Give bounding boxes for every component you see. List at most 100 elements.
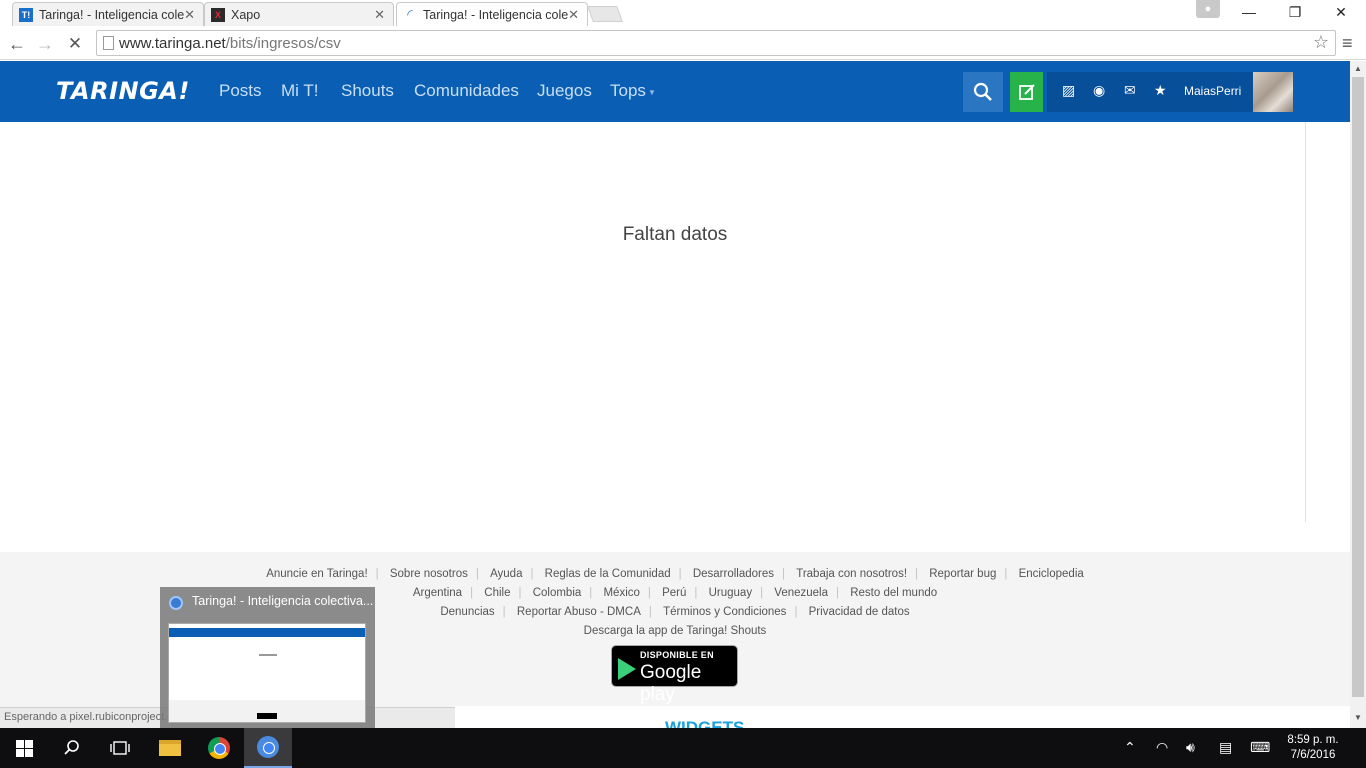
xapo-favicon-icon: X — [211, 7, 225, 22]
missing-data-message: Faltan datos — [622, 224, 728, 245]
footer-link[interactable]: Términos y Condiciones — [655, 606, 794, 618]
keyboard-icon[interactable]: ⌨ — [1250, 739, 1270, 756]
tab-taringa-active[interactable]: ◜ Taringa! - Inteligencia cole ✕ — [396, 2, 588, 26]
stop-loading-icon[interactable]: ✕ — [63, 32, 87, 56]
browser-toolbar: ← → ✕ www.taringa.net/bits/ingresos/csv … — [0, 28, 1366, 60]
footer-country-link[interactable]: Colombia — [525, 587, 590, 599]
bookmark-star-icon[interactable]: ☆ — [1313, 32, 1329, 53]
browser-tab-strip: T! Taringa! - Inteligencia cole ✕ X Xapo… — [0, 0, 1366, 28]
page-scrollbar[interactable]: ▲ ▼ — [1350, 61, 1366, 729]
tab-xapo[interactable]: X Xapo ✕ — [204, 2, 394, 26]
menu-icon[interactable]: ≡ — [1342, 34, 1353, 52]
widgets-heading: WIDGETS — [665, 718, 745, 728]
scroll-up-icon[interactable]: ▲ — [1354, 64, 1362, 73]
restore-button[interactable]: ❐ — [1272, 0, 1318, 24]
footer-link[interactable]: Denuncias — [432, 606, 502, 618]
clock-date: 7/6/2016 — [1290, 749, 1336, 761]
search-taskbar-button[interactable] — [48, 728, 96, 768]
star-icon[interactable]: ★ — [1154, 82, 1167, 99]
tab-taringa-1[interactable]: T! Taringa! - Inteligencia cole ✕ — [12, 2, 204, 26]
forward-icon[interactable]: → — [33, 32, 57, 56]
eye-icon[interactable]: ◉ — [1093, 82, 1105, 99]
chrome-taskbar-button[interactable] — [195, 728, 243, 768]
avatar[interactable] — [1253, 72, 1293, 112]
profile-icon[interactable]: ● — [1196, 0, 1220, 18]
footer-link[interactable]: Reportar bug — [921, 568, 1004, 580]
url-path: /bits/ingresos/csv — [225, 34, 341, 52]
close-icon[interactable]: ✕ — [184, 7, 195, 23]
footer-country-link[interactable]: Chile — [476, 587, 518, 599]
footer-link[interactable]: Reportar Abuso - DMCA — [509, 606, 649, 618]
footer-link[interactable]: Privacidad de datos — [801, 606, 918, 618]
nav-juegos[interactable]: Juegos — [537, 81, 592, 101]
chrome-icon — [208, 737, 230, 759]
taskbar-thumbnail-preview[interactable]: Taringa! - Inteligencia colectiva... — [160, 587, 375, 728]
address-bar[interactable]: www.taringa.net/bits/ingresos/csv ☆ — [96, 30, 1336, 56]
taskbar-clock[interactable]: 8:59 p. m. 7/6/2016 — [1278, 733, 1348, 763]
close-window-button[interactable]: ✕ — [1318, 0, 1364, 24]
footer-link[interactable]: Enciclopedia — [1011, 568, 1092, 580]
widgets-section: WIDGETS — [455, 706, 1350, 728]
scrollbar-thumb[interactable] — [1352, 77, 1364, 697]
task-view-button[interactable] — [96, 728, 144, 768]
footer-country-link[interactable]: Uruguay — [701, 587, 760, 599]
search-icon — [64, 740, 79, 755]
mail-icon[interactable]: ✉ — [1124, 82, 1136, 99]
nav-shouts[interactable]: Shouts — [341, 81, 394, 101]
start-button[interactable] — [0, 728, 48, 768]
nav-posts[interactable]: Posts — [219, 81, 262, 101]
tab-title: Xapo — [231, 7, 261, 22]
footer-link[interactable]: Anuncie en Taringa! — [258, 568, 375, 580]
folder-icon — [159, 740, 181, 756]
footer-link[interactable]: Reglas de la Comunidad — [537, 568, 679, 580]
chevron-down-icon: ▼ — [648, 88, 656, 97]
search-icon — [973, 82, 992, 101]
minimize-button[interactable]: — — [1226, 0, 1272, 24]
user-bar: ▨ ◉ ✉ ★ MaiasPerri — [1047, 72, 1293, 112]
chevron-up-icon[interactable]: ⌃ — [1124, 739, 1136, 756]
close-icon[interactable]: ✕ — [568, 7, 579, 23]
footer-country-link[interactable]: Resto del mundo — [842, 587, 945, 599]
site-header: TARINGA! Posts Mi T! Shouts Comunidades … — [0, 61, 1350, 122]
new-tab-button[interactable] — [587, 6, 623, 22]
google-play-badge[interactable]: DISPONIBLE EN Google play — [611, 645, 738, 705]
taringa-logo[interactable]: TARINGA! — [56, 77, 190, 105]
clock-time: 8:59 p. m. — [1287, 734, 1339, 746]
file-explorer-button[interactable] — [146, 728, 194, 768]
action-center-icon[interactable]: ▤ — [1219, 739, 1232, 756]
footer-country-link[interactable]: Venezuela — [766, 587, 836, 599]
footer-link[interactable]: Desarrolladores — [685, 568, 782, 580]
footer-link[interactable]: Ayuda — [482, 568, 530, 580]
taringa-favicon-icon: T! — [19, 7, 33, 22]
thumbnail-title: Taringa! - Inteligencia colectiva... — [192, 594, 374, 608]
gplay-small-text: DISPONIBLE EN — [640, 650, 714, 660]
edit-icon — [1018, 84, 1035, 100]
close-icon[interactable]: ✕ — [374, 7, 385, 23]
chrome-icon — [169, 596, 183, 610]
footer-country-link[interactable]: México — [595, 587, 647, 599]
gplay-big-text: Google play — [640, 662, 702, 705]
thumbnail-image[interactable] — [168, 623, 366, 723]
scroll-down-icon[interactable]: ▼ — [1354, 713, 1362, 722]
footer-country-link[interactable]: Perú — [654, 587, 694, 599]
nav-comunidades[interactable]: Comunidades — [414, 81, 519, 101]
chrome-active-taskbar-button[interactable] — [244, 728, 292, 768]
search-button[interactable] — [963, 72, 1003, 112]
stats-icon[interactable]: ▨ — [1062, 82, 1075, 99]
tab-title: Taringa! - Inteligencia cole — [39, 7, 185, 22]
chrome-icon — [257, 736, 279, 758]
new-post-button[interactable] — [1010, 72, 1043, 112]
footer-link[interactable]: Sobre nosotros — [382, 568, 476, 580]
footer-link[interactable]: Trabaja con nosotros! — [788, 568, 915, 580]
url-host: www.taringa.net — [119, 34, 226, 52]
content-divider — [1305, 122, 1306, 522]
footer-links-row-1: Anuncie en Taringa! | Sobre nosotros | Ayu… — [0, 568, 1350, 580]
username[interactable]: MaiasPerri — [1184, 84, 1241, 98]
nav-tops[interactable]: Tops — [610, 81, 646, 101]
wifi-icon[interactable]: ◠ — [1156, 739, 1168, 756]
back-icon[interactable]: ← — [5, 32, 29, 56]
footer-country-link[interactable]: Argentina — [405, 587, 470, 599]
nav-mi-t[interactable]: Mi T! — [281, 81, 318, 101]
page-icon — [103, 36, 114, 50]
volume-icon[interactable]: 🔊︎ — [1186, 739, 1195, 756]
